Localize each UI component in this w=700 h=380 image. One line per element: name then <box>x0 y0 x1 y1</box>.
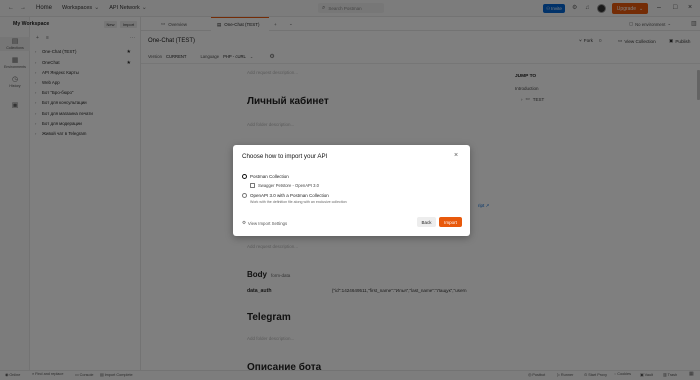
option-openapi-description: Work with the definition file along with… <box>250 200 347 204</box>
collection-name: Swagger Petstore - OpenAPI 3.0 <box>258 183 319 188</box>
collection-checkbox[interactable] <box>250 183 255 188</box>
option-openapi-label[interactable]: OpenAPI 3.0 with a Postman Collection <box>250 193 329 198</box>
option-openapi-radio[interactable] <box>242 193 247 198</box>
view-import-settings-link[interactable]: ⚙ View Import Settings <box>242 220 287 226</box>
close-icon[interactable]: × <box>454 152 458 159</box>
gear-icon: ⚙ <box>242 220 246 225</box>
view-settings-label: View Import Settings <box>247 220 288 226</box>
import-button[interactable]: Import <box>439 217 462 227</box>
back-button[interactable]: Back <box>417 217 436 227</box>
option-postman-collection-radio[interactable] <box>242 174 247 179</box>
modal-title: Choose how to import your API <box>242 153 328 160</box>
option-postman-collection-label[interactable]: Postman Collection <box>250 174 289 179</box>
